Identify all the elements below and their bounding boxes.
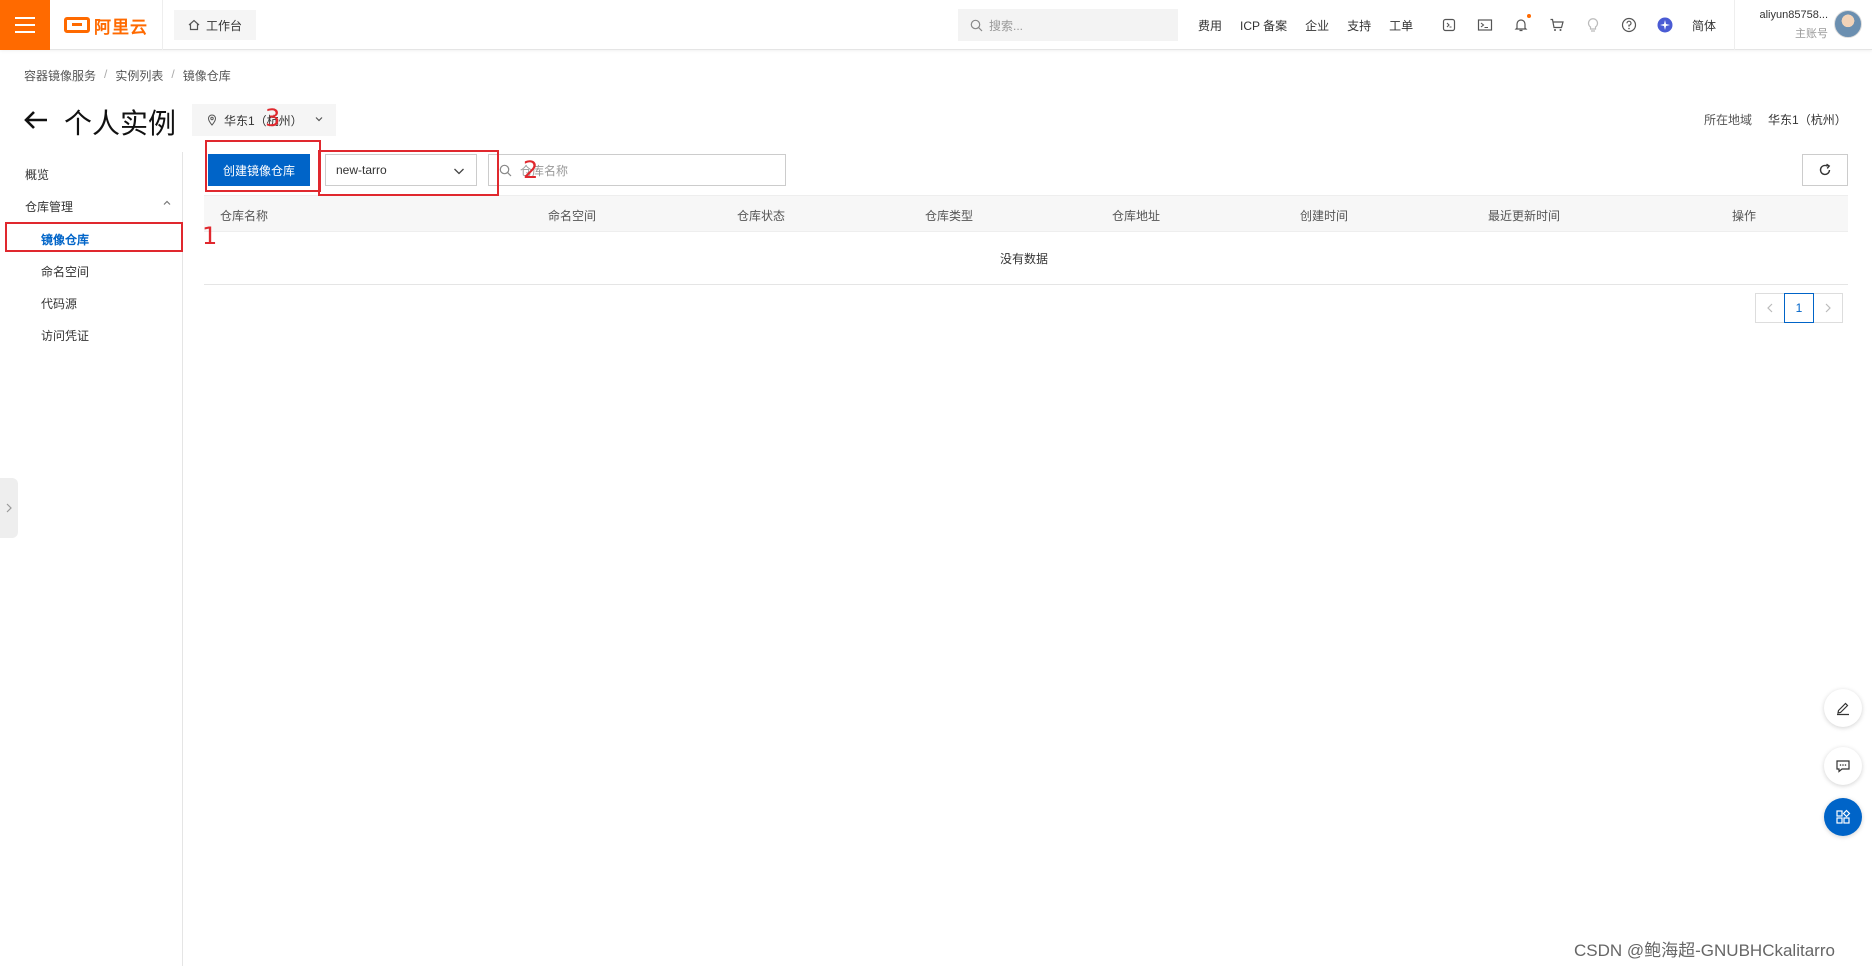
column-header: 仓库地址: [1112, 209, 1161, 223]
divider: [204, 284, 1848, 285]
ai-assistant-icon[interactable]: [1656, 16, 1674, 34]
search-icon: [499, 164, 512, 176]
aliyun-logo[interactable]: 阿里云: [64, 13, 148, 37]
region-info-label: 所在地域: [1704, 113, 1753, 127]
location-pin-icon: [207, 114, 217, 126]
breadcrumb-item[interactable]: 容器镜像服务: [24, 67, 96, 84]
divider: [1734, 0, 1735, 50]
nav-link-icp[interactable]: ICP 备案: [1240, 17, 1287, 34]
column-header: 最近更新时间: [1488, 209, 1561, 223]
column-header: 命名空间: [548, 209, 597, 223]
help-icon[interactable]: [1620, 16, 1638, 34]
sidebar-item-code-source[interactable]: 代码源: [41, 295, 77, 312]
chevron-left-icon: [1767, 303, 1773, 313]
workbench-label: 工作台: [206, 18, 243, 33]
search-icon: [970, 19, 983, 31]
cart-icon[interactable]: [1548, 16, 1566, 34]
page-number[interactable]: 1: [1784, 293, 1814, 323]
brand-name: 阿里云: [94, 17, 148, 37]
username: aliyun85758...: [1759, 9, 1829, 21]
create-repo-button[interactable]: 创建镜像仓库: [208, 154, 310, 186]
annotation-number-2: 2: [523, 156, 539, 184]
next-page-button[interactable]: [1813, 293, 1843, 323]
chat-button[interactable]: [1824, 747, 1862, 785]
region-info-value: 华东1（杭州）: [1768, 113, 1847, 127]
home-icon: [188, 19, 200, 31]
region-selector[interactable]: 华东1（杭州）: [192, 104, 336, 136]
bell-icon[interactable]: [1512, 14, 1531, 34]
top-nav-links: 费用 ICP 备案 企业 支持 工单: [1198, 0, 1413, 50]
apps-icon: [1836, 809, 1851, 824]
column-header: 仓库类型: [925, 209, 974, 223]
search-placeholder: 搜索...: [989, 18, 1024, 33]
breadcrumb-item: 镜像仓库: [182, 69, 231, 83]
language-switch[interactable]: 简体: [1692, 17, 1716, 34]
sidebar-collapse-handle[interactable]: [0, 478, 18, 538]
sidebar-item-overview[interactable]: 概览: [25, 166, 49, 183]
top-nav-icons: 简体: [1440, 0, 1716, 50]
apps-menu-button[interactable]: [1824, 798, 1862, 836]
cloud-shell-icon[interactable]: [1440, 16, 1458, 34]
breadcrumb: 容器镜像服务 / 实例列表 / 镜像仓库: [24, 67, 231, 84]
account-role: 主账号: [1795, 28, 1828, 40]
pagination: 1: [1755, 293, 1843, 323]
breadcrumb-item[interactable]: 实例列表: [115, 67, 163, 84]
nav-link-enterprise[interactable]: 企业: [1305, 17, 1329, 34]
prev-page-button[interactable]: [1755, 293, 1785, 323]
region-value: 华东1（杭州）: [224, 113, 303, 128]
column-header: 仓库名称: [220, 209, 269, 223]
refresh-button[interactable]: [1802, 154, 1848, 186]
chat-icon: [1836, 760, 1850, 773]
nav-link-support[interactable]: 支持: [1347, 17, 1371, 34]
sidebar-item-namespace[interactable]: 命名空间: [41, 263, 89, 280]
edit-feedback-button[interactable]: [1824, 689, 1862, 727]
empty-state-text: 没有数据: [1000, 252, 1049, 266]
page-title: 个人实例: [64, 108, 177, 139]
breadcrumb-separator: /: [104, 67, 108, 81]
top-bar: 阿里云 工作台 搜索... 费用 ICP 备案 企业 支持 工单 简体 aliy…: [0, 0, 1872, 50]
global-search-input[interactable]: 搜索...: [958, 9, 1178, 41]
sidebar-item-image-repo[interactable]: 镜像仓库: [41, 231, 89, 248]
lightbulb-icon[interactable]: [1584, 16, 1602, 34]
chevron-right-icon: [1825, 303, 1831, 313]
edit-icon: [1837, 702, 1849, 716]
chevron-right-icon: [6, 503, 12, 513]
user-menu[interactable]: aliyun85758... 主账号: [1744, 9, 1829, 41]
logo-mark-icon: [64, 17, 90, 33]
sidebar: [0, 152, 183, 966]
nav-link-billing[interactable]: 费用: [1198, 17, 1222, 34]
divider: [162, 0, 163, 50]
table-header: 仓库名称 命名空间 仓库状态 仓库类型 仓库地址 创建时间 最近更新时间 操作: [204, 195, 1848, 232]
namespace-select[interactable]: new-tarro: [325, 154, 477, 186]
menu-icon[interactable]: [0, 0, 50, 50]
column-header: 仓库状态: [737, 209, 786, 223]
watermark: CSDN @鲍海超-GNUBHCkalitarro: [1574, 941, 1835, 960]
avatar[interactable]: [1834, 10, 1862, 38]
chevron-down-icon: [315, 117, 323, 122]
annotation-number-3: 3: [265, 104, 281, 132]
annotation-number-1: 1: [202, 222, 218, 250]
region-info: 所在地域 华东1（杭州）: [1704, 111, 1847, 128]
column-header: 操作: [1732, 209, 1757, 223]
refresh-icon: [1819, 163, 1831, 176]
chevron-up-icon[interactable]: [162, 198, 172, 208]
breadcrumb-separator: /: [171, 67, 175, 81]
nav-link-ticket[interactable]: 工单: [1389, 17, 1413, 34]
terminal-icon[interactable]: [1476, 16, 1494, 34]
notification-dot: [1527, 14, 1531, 18]
sidebar-item-access-credential[interactable]: 访问凭证: [41, 327, 89, 344]
column-header: 创建时间: [1300, 209, 1349, 223]
workbench-button[interactable]: 工作台: [174, 10, 257, 40]
namespace-value: new-tarro: [336, 163, 387, 177]
chevron-down-icon: [454, 168, 464, 175]
sidebar-group-repo-management[interactable]: 仓库管理: [25, 198, 73, 215]
back-arrow-icon[interactable]: [22, 106, 50, 134]
